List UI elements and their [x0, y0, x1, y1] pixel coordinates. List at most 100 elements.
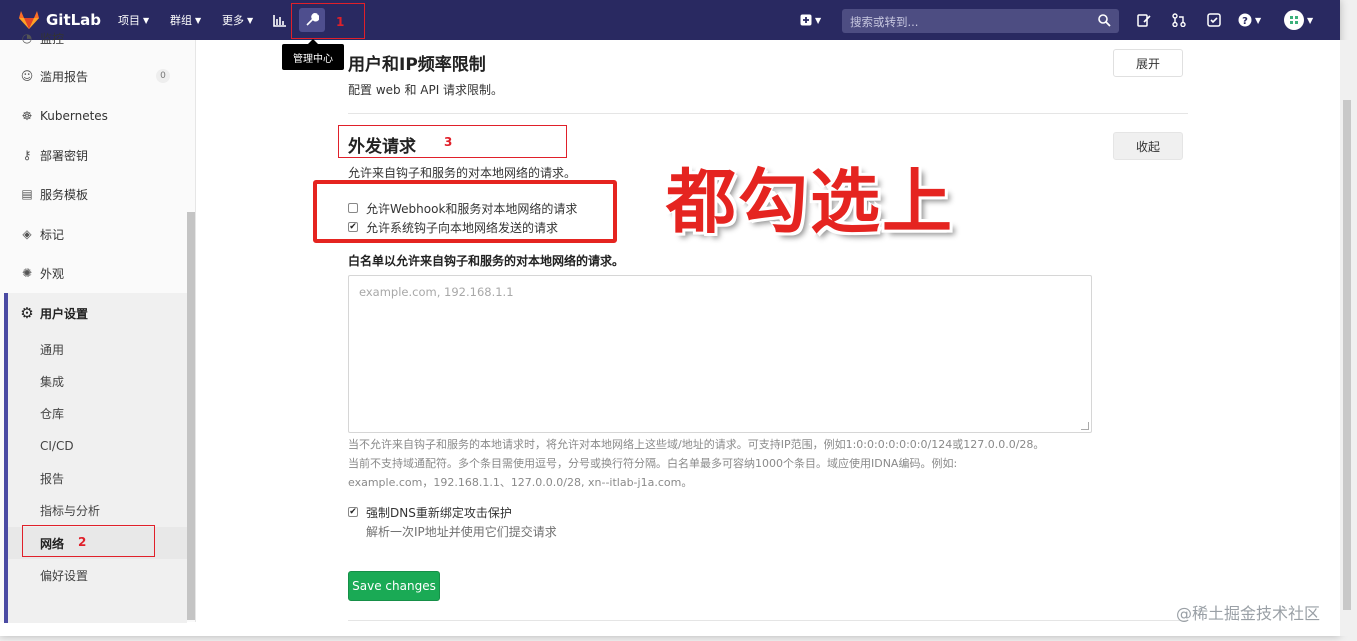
- avatar: [1284, 10, 1304, 30]
- sidebar-subitem-metrics[interactable]: 指标与分析: [40, 500, 100, 520]
- annotation-number-1: 1: [336, 15, 345, 29]
- browser-frame: GitLab 项目 ▼ 群组 ▼ 更多 ▼ ▼ 搜索或转到... ? ▼ ▼ 1…: [0, 0, 1340, 636]
- annotation-number-2: 2: [78, 535, 87, 549]
- sidebar-item-label: Kubernetes: [40, 109, 108, 123]
- admin-tooltip: 管理中心: [282, 39, 344, 70]
- whitelist-textarea[interactable]: example.com, 192.168.1.1: [348, 275, 1092, 433]
- callout-check-all: 都勾选上: [666, 161, 954, 243]
- search-icon: [1098, 14, 1111, 27]
- outbound-requests-description: 允许来自钩子和服务的对本地网络的请求。: [348, 166, 577, 180]
- sidebar-subitem-preferences[interactable]: 偏好设置: [40, 565, 88, 585]
- top-navbar: GitLab 项目 ▼ 群组 ▼ 更多 ▼ ▼ 搜索或转到... ? ▼ ▼: [0, 0, 1340, 40]
- page-scrollbar-thumb[interactable]: [1343, 100, 1351, 610]
- gitlab-logo-icon: [19, 11, 39, 29]
- sidebar-item-deploy-keys[interactable]: ⚷ 部署密钥: [20, 145, 88, 165]
- rate-limit-description: 配置 web 和 API 请求限制。: [348, 83, 504, 97]
- groups-label: 群组: [170, 14, 192, 27]
- sidebar-item-label: 滥用报告: [40, 69, 89, 84]
- annotation-number-3: 3: [444, 135, 453, 149]
- chevron-down-icon: ▼: [1307, 15, 1314, 25]
- chevron-down-icon: ▼: [143, 15, 150, 25]
- svg-text:?: ?: [1242, 16, 1248, 27]
- todos-link[interactable]: [1207, 0, 1221, 40]
- issues-link[interactable]: [1137, 0, 1151, 40]
- section-divider: [348, 620, 1188, 621]
- sidebar-item-service-templates[interactable]: ▤ 服务模板: [20, 184, 88, 204]
- dns-rebinding-protection-help: 解析一次IP地址并使用它们提交请求: [366, 525, 557, 539]
- collapse-button[interactable]: 收起: [1113, 132, 1183, 160]
- todo-check-icon: [1207, 13, 1221, 27]
- brand-name: GitLab: [46, 11, 102, 29]
- sidebar-item-label: 用户设置: [40, 306, 89, 321]
- sidebar-subitem-repository[interactable]: 仓库: [40, 403, 64, 423]
- abuse-reports-count-badge: 0: [156, 69, 170, 83]
- whitelist-help-line-2: 当前不支持域通配符。多个条目需使用逗号，分号或换行符分隔。白名单最多可容纳100…: [348, 457, 958, 470]
- annotation-box-1: [291, 3, 365, 39]
- sidebar-subitem-general[interactable]: 通用: [40, 339, 64, 359]
- sidebar-item-label: 服务模板: [40, 187, 89, 202]
- sidebar-item-appearance[interactable]: ✺ 外观: [20, 263, 64, 283]
- expand-button[interactable]: 展开: [1113, 49, 1183, 77]
- sidebar-item-label: 外观: [40, 266, 65, 281]
- webhook-local-requests-checkbox[interactable]: [348, 203, 358, 213]
- smiley-icon: ☺: [20, 69, 34, 83]
- sidebar-item-settings[interactable]: ⚙ 用户设置: [20, 303, 88, 323]
- merge-requests-link[interactable]: [1172, 0, 1186, 40]
- settings-section-background: [8, 293, 187, 623]
- annotation-box-2: [22, 525, 155, 557]
- annotation-box-3: [338, 125, 567, 158]
- more-dropdown[interactable]: 更多 ▼: [222, 0, 253, 40]
- resize-grip-icon[interactable]: [1081, 422, 1089, 430]
- help-dropdown[interactable]: ? ▼: [1238, 0, 1261, 40]
- merge-request-icon: [1172, 13, 1186, 27]
- sidebar-scrollbar[interactable]: [187, 212, 195, 620]
- sidebar-subitem-integrations[interactable]: 集成: [40, 371, 64, 391]
- whitelist-help-line-3: example.com，192.168.1.1、127.0.0.0/28, xn…: [348, 476, 693, 489]
- watermark: @稀土掘金技术社区: [1176, 604, 1321, 623]
- new-item-dropdown[interactable]: ▼: [800, 0, 821, 40]
- search-input[interactable]: 搜索或转到...: [842, 9, 1119, 33]
- whitelist-help-line-1: 当不允许来自钩子和服务的本地请求时，将允许对本地网络上这些域/地址的请求。可支持…: [348, 438, 1045, 451]
- rate-limit-title: 用户和IP频率限制: [348, 55, 486, 75]
- projects-label: 项目: [118, 14, 140, 27]
- user-menu-dropdown[interactable]: ▼: [1284, 0, 1313, 40]
- monitor-icon: ◔: [21, 31, 33, 45]
- system-hooks-local-requests-label[interactable]: 允许系统钩子向本地网络发送的请求: [366, 219, 558, 236]
- chevron-down-icon: ▼: [815, 15, 822, 25]
- chart-icon: [273, 14, 286, 27]
- webhook-local-requests-label[interactable]: 允许Webhook和服务对本地网络的请求: [366, 200, 577, 217]
- sidebar-item-abuse-reports[interactable]: ☺ 滥用报告: [20, 66, 88, 86]
- label-icon: ◈: [22, 227, 32, 241]
- sidebar-item-label: 部署密钥: [40, 148, 89, 163]
- sidebar-item-monitoring[interactable]: ◔ 监控: [20, 28, 64, 48]
- save-changes-button[interactable]: Save changes: [348, 571, 440, 601]
- sidebar-item-labels[interactable]: ◈ 标记: [20, 224, 64, 244]
- template-icon: ▤: [21, 187, 33, 201]
- sidebar-subitem-reporting[interactable]: 报告: [40, 468, 64, 488]
- kubernetes-icon: ☸: [21, 109, 33, 123]
- help-icon: ?: [1238, 13, 1252, 27]
- plus-square-icon: [800, 14, 812, 26]
- groups-dropdown[interactable]: 群组 ▼: [170, 0, 201, 40]
- chevron-down-icon: ▼: [1255, 15, 1262, 25]
- settings-active-indicator: [4, 293, 8, 623]
- section-divider: [348, 113, 1188, 114]
- key-icon: ⚷: [22, 148, 32, 162]
- dns-rebinding-protection-label[interactable]: 强制DNS重新绑定攻击保护: [366, 504, 512, 521]
- palette-icon: ✺: [21, 266, 33, 280]
- whitelist-placeholder: example.com, 192.168.1.1: [359, 285, 514, 299]
- sidebar-subitem-cicd[interactable]: CI/CD: [40, 436, 74, 456]
- issues-icon: [1137, 14, 1151, 27]
- sidebar-item-label: 标记: [40, 227, 65, 242]
- more-label: 更多: [222, 14, 244, 27]
- chevron-down-icon: ▼: [195, 15, 202, 25]
- system-hooks-local-requests-checkbox[interactable]: ✔: [348, 222, 358, 232]
- whitelist-label: 白名单以允许来自钩子和服务的对本地网络的请求。: [348, 254, 625, 268]
- gear-icon: ⚙: [20, 304, 34, 322]
- search-placeholder: 搜索或转到...: [850, 15, 919, 29]
- activity-chart-button[interactable]: [273, 0, 287, 40]
- dns-rebinding-protection-checkbox[interactable]: ✔: [348, 507, 358, 517]
- sidebar-item-kubernetes[interactable]: ☸ Kubernetes: [20, 106, 108, 126]
- projects-dropdown[interactable]: 项目 ▼: [118, 0, 149, 40]
- sidebar-item-label: 监控: [40, 31, 65, 46]
